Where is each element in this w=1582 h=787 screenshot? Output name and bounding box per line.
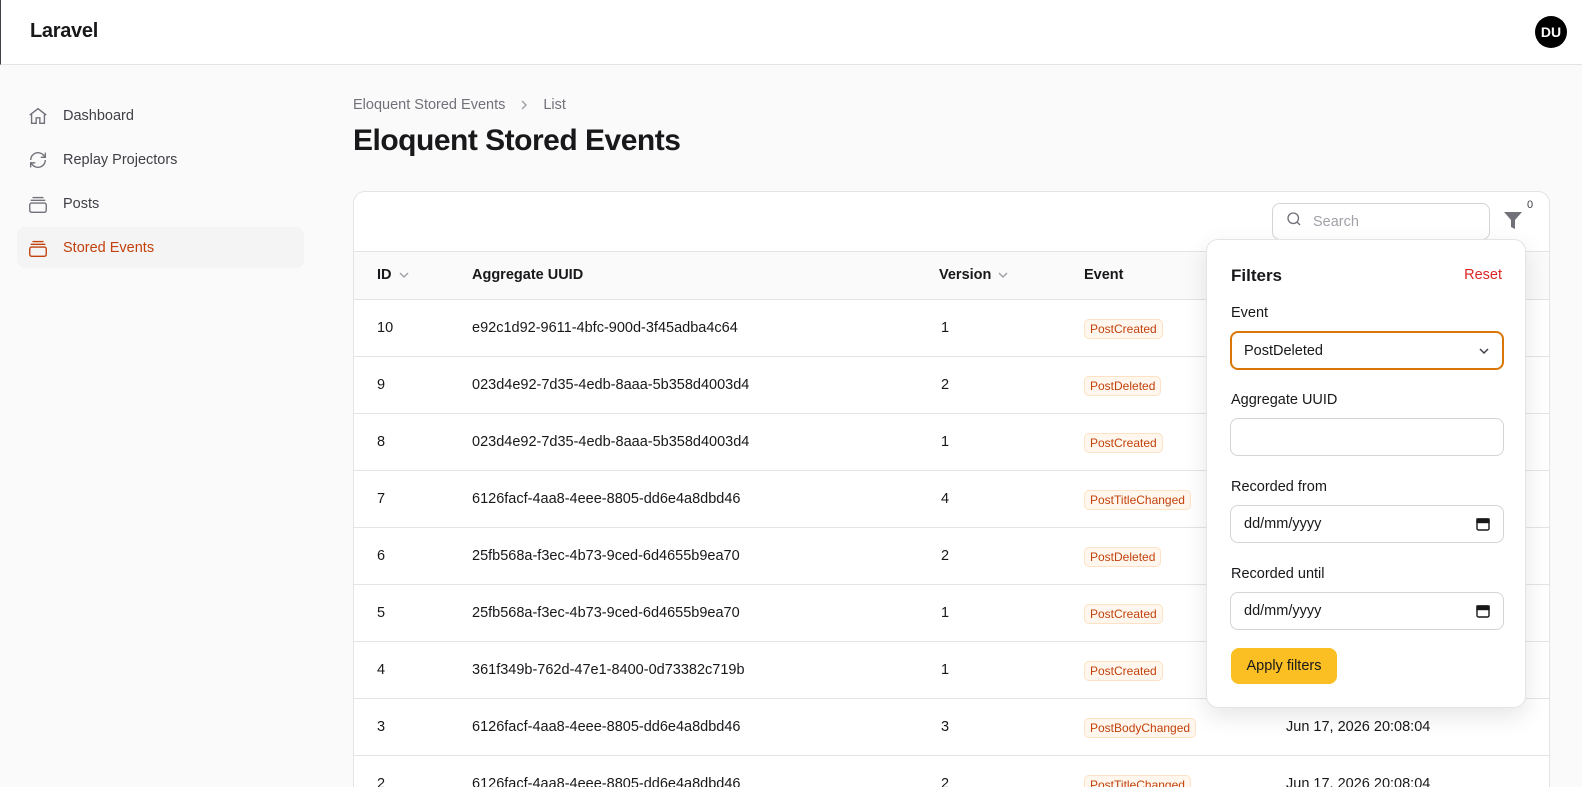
search-box[interactable]: [1272, 203, 1490, 240]
cell-uuid: 023d4e92-7d35-4edb-8aaa-5b358d4003d4: [472, 377, 750, 393]
column-header-event: Event: [1084, 267, 1124, 283]
event-filter-select[interactable]: PostDeleted: [1230, 331, 1504, 370]
event-badge: PostDeleted: [1084, 376, 1162, 396]
breadcrumb-parent[interactable]: Eloquent Stored Events: [353, 97, 505, 113]
cell-id: 6: [377, 548, 386, 564]
search-icon: [1285, 210, 1303, 233]
stack-icon: [27, 193, 49, 215]
table-row[interactable]: 2 6126facf-4aa8-4eee-8805-dd6e4a8dbd46 2…: [354, 756, 1549, 787]
cell-uuid: 6126facf-4aa8-4eee-8805-dd6e4a8dbd46: [472, 719, 741, 735]
cell-version: 1: [941, 662, 950, 678]
recorded-until-label: Recorded until: [1231, 566, 1325, 582]
sidebar-item-posts[interactable]: Posts: [17, 183, 304, 224]
page-title: Eloquent Stored Events: [353, 124, 681, 157]
cell-uuid: 6126facf-4aa8-4eee-8805-dd6e4a8dbd46: [472, 491, 741, 507]
user-avatar[interactable]: DU: [1535, 16, 1567, 48]
sidebar-item-label: Dashboard: [63, 107, 134, 124]
search-input[interactable]: [1313, 213, 1473, 230]
reset-filters-button[interactable]: Reset: [1464, 267, 1502, 283]
calendar-icon[interactable]: [1476, 517, 1490, 535]
cell-id: 5: [377, 605, 386, 621]
sidebar-item-label: Stored Events: [63, 239, 155, 256]
recorded-until-value: dd/mm/yyyy: [1244, 603, 1322, 619]
chevron-right-icon: [518, 99, 530, 111]
cell-id: 9: [377, 377, 386, 393]
cell-version: 1: [941, 320, 950, 336]
cell-recorded-at: Jun 17, 2026 20:08:04: [1286, 719, 1431, 735]
recorded-from-label: Recorded from: [1231, 479, 1327, 495]
cell-version: 3: [941, 719, 950, 735]
cell-uuid: 25fb568a-f3ec-4b73-9ced-6d4655b9ea70: [472, 605, 740, 621]
brand-logo[interactable]: Laravel: [30, 20, 98, 43]
breadcrumb-current: List: [543, 97, 566, 113]
cell-version: 1: [941, 434, 950, 450]
home-icon: [27, 105, 49, 127]
event-badge: PostCreated: [1084, 433, 1163, 453]
event-badge: PostDeleted: [1084, 547, 1162, 567]
column-header-aggregate-uuid: Aggregate UUID: [472, 267, 584, 283]
sidebar-item-stored-events[interactable]: Stored Events: [17, 227, 304, 268]
cell-uuid: e92c1d92-9611-4bfc-900d-3f45adba4c64: [472, 320, 738, 336]
recorded-from-value: dd/mm/yyyy: [1244, 516, 1322, 532]
calendar-icon[interactable]: [1476, 604, 1490, 622]
chevron-down-icon: [997, 269, 1009, 281]
cell-id: 7: [377, 491, 386, 507]
sidebar-item-label: Replay Projectors: [63, 151, 178, 168]
refresh-icon: [27, 149, 49, 171]
stack-icon: [27, 237, 49, 259]
chevron-down-icon: [398, 269, 410, 281]
cell-version: 2: [941, 548, 950, 564]
aggregate-uuid-input[interactable]: [1230, 418, 1504, 456]
event-badge: PostCreated: [1084, 319, 1163, 339]
sidebar-item-dashboard[interactable]: Dashboard: [17, 95, 304, 136]
filters-panel: Filters Reset Event PostDeleted Aggregat…: [1206, 239, 1526, 708]
cell-id: 3: [377, 719, 386, 735]
cell-uuid: 25fb568a-f3ec-4b73-9ced-6d4655b9ea70: [472, 548, 740, 564]
aggregate-uuid-label: Aggregate UUID: [1231, 392, 1338, 408]
cell-version: 4: [941, 491, 950, 507]
event-filter-value: PostDeleted: [1244, 342, 1323, 359]
event-badge: PostCreated: [1084, 661, 1163, 681]
sidebar: Dashboard Replay Projectors Posts Stored…: [17, 95, 304, 271]
cell-recorded-at: Jun 17, 2026 20:08:04: [1286, 776, 1431, 787]
cell-id: 10: [377, 320, 394, 336]
cell-version: 2: [941, 377, 950, 393]
event-badge: PostTitleChanged: [1084, 775, 1191, 787]
sidebar-item-label: Posts: [63, 195, 100, 212]
cell-uuid: 361f349b-762d-47e1-8400-0d73382c719b: [472, 662, 745, 678]
recorded-from-input[interactable]: dd/mm/yyyy: [1230, 505, 1504, 543]
cell-id: 4: [377, 662, 386, 678]
event-badge: PostBodyChanged: [1084, 718, 1197, 738]
filter-icon[interactable]: [1503, 210, 1525, 232]
cell-version: 1: [941, 605, 950, 621]
sidebar-item-replay-projectors[interactable]: Replay Projectors: [17, 139, 304, 180]
cell-version: 2: [941, 776, 950, 787]
apply-filters-button[interactable]: Apply filters: [1231, 648, 1337, 684]
column-header-version[interactable]: Version: [939, 267, 1009, 283]
recorded-until-input[interactable]: dd/mm/yyyy: [1230, 592, 1504, 630]
cell-uuid: 6126facf-4aa8-4eee-8805-dd6e4a8dbd46: [472, 776, 741, 787]
filter-count-badge: 0: [1524, 199, 1537, 211]
cell-uuid: 023d4e92-7d35-4edb-8aaa-5b358d4003d4: [472, 434, 750, 450]
event-badge: PostCreated: [1084, 604, 1163, 624]
breadcrumb: Eloquent Stored Events List: [353, 97, 566, 113]
event-filter-label: Event: [1231, 305, 1269, 321]
chevron-down-icon: [1478, 345, 1490, 361]
event-badge: PostTitleChanged: [1084, 490, 1191, 510]
cell-id: 2: [377, 776, 386, 787]
cell-id: 8: [377, 434, 386, 450]
filters-title: Filters: [1231, 266, 1283, 285]
column-header-id[interactable]: ID: [377, 267, 410, 283]
top-bar: Laravel DU: [0, 0, 1582, 65]
